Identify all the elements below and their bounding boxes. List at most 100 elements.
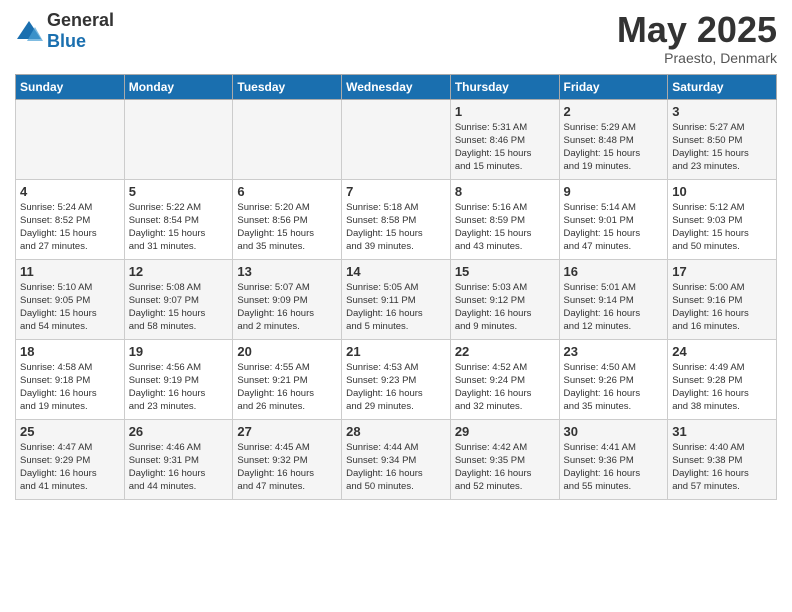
- day-cell: 9 Sunrise: 5:14 AMSunset: 9:01 PMDaylight…: [559, 179, 668, 259]
- day-detail: Sunrise: 5:12 AMSunset: 9:03 PMDaylight:…: [672, 201, 772, 254]
- day-cell: 11 Sunrise: 5:10 AMSunset: 9:05 PMDayligh…: [16, 259, 125, 339]
- day-cell: 14Sunrise: 5:05 AMSunset: 9:11 PMDayligh…: [342, 259, 451, 339]
- day-detail: Sunrise: 4:53 AMSunset: 9:23 PMDaylight:…: [346, 361, 446, 414]
- day-cell: 24 Sunrise: 4:49 AMSunset: 9:28 PMDayligh…: [668, 339, 777, 419]
- day-detail: Sunrise: 5:18 AMSunset: 8:58 PMDaylight:…: [346, 201, 446, 254]
- day-cell: 29 Sunrise: 4:42 AMSunset: 9:35 PMDayligh…: [450, 419, 559, 499]
- day-detail: Sunrise: 4:46 AMSunset: 9:31 PMDaylight:…: [129, 441, 229, 494]
- day-number: 6: [237, 184, 337, 199]
- day-cell: 15 Sunrise: 5:03 AMSunset: 9:12 PMDayligh…: [450, 259, 559, 339]
- weekday-header-monday: Monday: [124, 74, 233, 99]
- day-detail: Sunrise: 4:41 AMSunset: 9:36 PMDaylight:…: [564, 441, 664, 494]
- day-detail: Sunrise: 5:00 AMSunset: 9:16 PMDaylight:…: [672, 281, 772, 334]
- day-cell: 3 Sunrise: 5:27 AMSunset: 8:50 PMDaylight…: [668, 99, 777, 179]
- day-detail: Sunrise: 4:55 AMSunset: 9:21 PMDaylight:…: [237, 361, 337, 414]
- day-detail: Sunrise: 4:42 AMSunset: 9:35 PMDaylight:…: [455, 441, 555, 494]
- day-number: 10: [672, 184, 772, 199]
- weekday-header-thursday: Thursday: [450, 74, 559, 99]
- day-cell: 8 Sunrise: 5:16 AMSunset: 8:59 PMDaylight…: [450, 179, 559, 259]
- day-detail: Sunrise: 5:20 AMSunset: 8:56 PMDaylight:…: [237, 201, 337, 254]
- weekday-header-row: SundayMondayTuesdayWednesdayThursdayFrid…: [16, 74, 777, 99]
- day-detail: Sunrise: 5:31 AMSunset: 8:46 PMDaylight:…: [455, 121, 555, 174]
- day-detail: Sunrise: 5:07 AMSunset: 9:09 PMDaylight:…: [237, 281, 337, 334]
- day-number: 26: [129, 424, 229, 439]
- logo-icon: [15, 19, 43, 43]
- day-detail: Sunrise: 5:14 AMSunset: 9:01 PMDaylight:…: [564, 201, 664, 254]
- logo: General Blue: [15, 10, 114, 52]
- day-cell: 6 Sunrise: 5:20 AMSunset: 8:56 PMDaylight…: [233, 179, 342, 259]
- day-cell: [124, 99, 233, 179]
- week-row-1: 4 Sunrise: 5:24 AMSunset: 8:52 PMDaylight…: [16, 179, 777, 259]
- day-cell: 19 Sunrise: 4:56 AMSunset: 9:19 PMDayligh…: [124, 339, 233, 419]
- logo-text: General Blue: [47, 10, 114, 52]
- day-cell: 23 Sunrise: 4:50 AMSunset: 9:26 PMDayligh…: [559, 339, 668, 419]
- day-number: 17: [672, 264, 772, 279]
- day-cell: 10 Sunrise: 5:12 AMSunset: 9:03 PMDayligh…: [668, 179, 777, 259]
- location-title: Praesto, Denmark: [617, 50, 777, 66]
- day-detail: Sunrise: 5:10 AMSunset: 9:05 PMDaylight:…: [20, 281, 120, 334]
- title-block: May 2025 Praesto, Denmark: [617, 10, 777, 66]
- day-number: 27: [237, 424, 337, 439]
- day-detail: Sunrise: 5:03 AMSunset: 9:12 PMDaylight:…: [455, 281, 555, 334]
- day-cell: 1Sunrise: 5:31 AMSunset: 8:46 PMDaylight…: [450, 99, 559, 179]
- day-cell: [342, 99, 451, 179]
- day-cell: [16, 99, 125, 179]
- day-number: 30: [564, 424, 664, 439]
- day-cell: 13 Sunrise: 5:07 AMSunset: 9:09 PMDayligh…: [233, 259, 342, 339]
- day-number: 28: [346, 424, 446, 439]
- day-detail: Sunrise: 4:56 AMSunset: 9:19 PMDaylight:…: [129, 361, 229, 414]
- day-number: 15: [455, 264, 555, 279]
- day-cell: 22Sunrise: 4:52 AMSunset: 9:24 PMDayligh…: [450, 339, 559, 419]
- week-row-2: 11 Sunrise: 5:10 AMSunset: 9:05 PMDayligh…: [16, 259, 777, 339]
- weekday-header-saturday: Saturday: [668, 74, 777, 99]
- day-cell: 12Sunrise: 5:08 AMSunset: 9:07 PMDayligh…: [124, 259, 233, 339]
- day-detail: Sunrise: 4:49 AMSunset: 9:28 PMDaylight:…: [672, 361, 772, 414]
- day-cell: 21 Sunrise: 4:53 AMSunset: 9:23 PMDayligh…: [342, 339, 451, 419]
- day-number: 8: [455, 184, 555, 199]
- day-cell: 7Sunrise: 5:18 AMSunset: 8:58 PMDaylight…: [342, 179, 451, 259]
- day-cell: [233, 99, 342, 179]
- day-cell: 31Sunrise: 4:40 AMSunset: 9:38 PMDayligh…: [668, 419, 777, 499]
- week-row-4: 25 Sunrise: 4:47 AMSunset: 9:29 PMDayligh…: [16, 419, 777, 499]
- day-detail: Sunrise: 4:47 AMSunset: 9:29 PMDaylight:…: [20, 441, 120, 494]
- day-number: 18: [20, 344, 120, 359]
- day-detail: Sunrise: 5:27 AMSunset: 8:50 PMDaylight:…: [672, 121, 772, 174]
- weekday-header-tuesday: Tuesday: [233, 74, 342, 99]
- week-row-0: 1Sunrise: 5:31 AMSunset: 8:46 PMDaylight…: [16, 99, 777, 179]
- header: General Blue May 2025 Praesto, Denmark: [15, 10, 777, 66]
- day-number: 3: [672, 104, 772, 119]
- day-number: 9: [564, 184, 664, 199]
- day-detail: Sunrise: 5:08 AMSunset: 9:07 PMDaylight:…: [129, 281, 229, 334]
- weekday-header-wednesday: Wednesday: [342, 74, 451, 99]
- day-detail: Sunrise: 4:45 AMSunset: 9:32 PMDaylight:…: [237, 441, 337, 494]
- day-number: 29: [455, 424, 555, 439]
- day-number: 19: [129, 344, 229, 359]
- day-detail: Sunrise: 5:01 AMSunset: 9:14 PMDaylight:…: [564, 281, 664, 334]
- day-number: 2: [564, 104, 664, 119]
- day-number: 11: [20, 264, 120, 279]
- day-number: 23: [564, 344, 664, 359]
- weekday-header-sunday: Sunday: [16, 74, 125, 99]
- day-number: 16: [564, 264, 664, 279]
- day-cell: 26 Sunrise: 4:46 AMSunset: 9:31 PMDayligh…: [124, 419, 233, 499]
- day-detail: Sunrise: 4:44 AMSunset: 9:34 PMDaylight:…: [346, 441, 446, 494]
- day-number: 24: [672, 344, 772, 359]
- day-number: 5: [129, 184, 229, 199]
- day-number: 21: [346, 344, 446, 359]
- day-cell: 25 Sunrise: 4:47 AMSunset: 9:29 PMDayligh…: [16, 419, 125, 499]
- day-cell: 4 Sunrise: 5:24 AMSunset: 8:52 PMDaylight…: [16, 179, 125, 259]
- day-cell: 30 Sunrise: 4:41 AMSunset: 9:36 PMDayligh…: [559, 419, 668, 499]
- day-cell: 17 Sunrise: 5:00 AMSunset: 9:16 PMDayligh…: [668, 259, 777, 339]
- day-detail: Sunrise: 4:50 AMSunset: 9:26 PMDaylight:…: [564, 361, 664, 414]
- day-cell: 27 Sunrise: 4:45 AMSunset: 9:32 PMDayligh…: [233, 419, 342, 499]
- day-number: 4: [20, 184, 120, 199]
- day-number: 31: [672, 424, 772, 439]
- day-detail: Sunrise: 5:16 AMSunset: 8:59 PMDaylight:…: [455, 201, 555, 254]
- day-detail: Sunrise: 4:58 AMSunset: 9:18 PMDaylight:…: [20, 361, 120, 414]
- day-cell: 20Sunrise: 4:55 AMSunset: 9:21 PMDayligh…: [233, 339, 342, 419]
- day-number: 25: [20, 424, 120, 439]
- day-cell: 28 Sunrise: 4:44 AMSunset: 9:34 PMDayligh…: [342, 419, 451, 499]
- day-number: 13: [237, 264, 337, 279]
- day-detail: Sunrise: 5:22 AMSunset: 8:54 PMDaylight:…: [129, 201, 229, 254]
- day-detail: Sunrise: 5:24 AMSunset: 8:52 PMDaylight:…: [20, 201, 120, 254]
